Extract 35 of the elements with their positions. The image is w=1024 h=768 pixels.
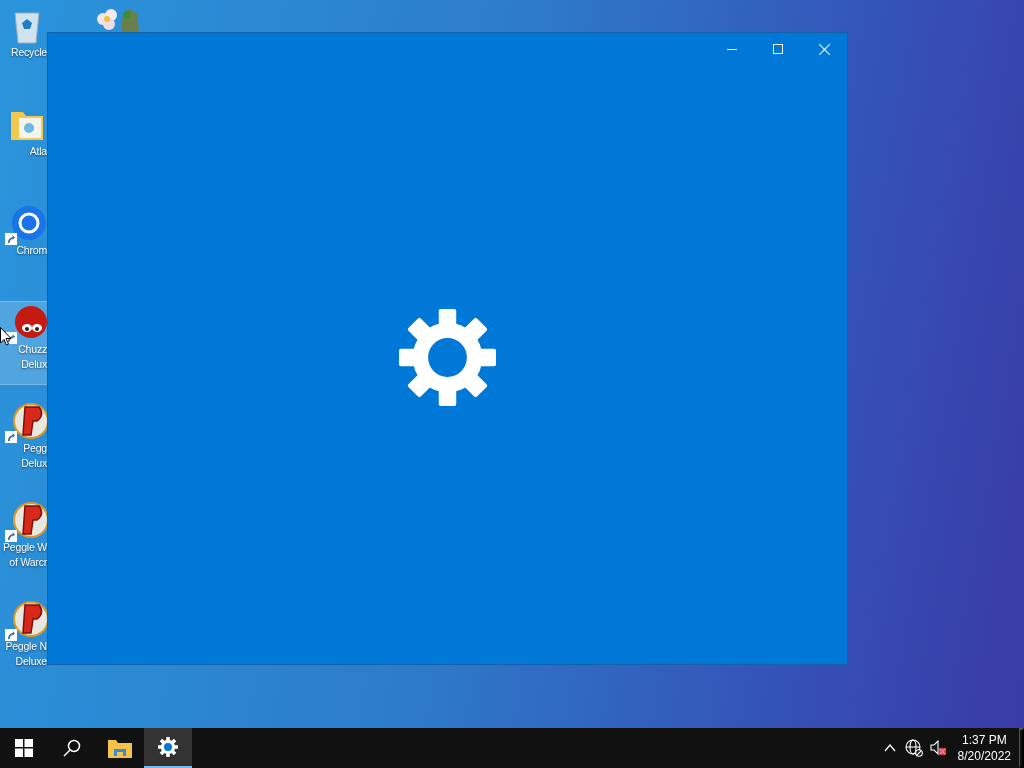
desktop-icon-label: Peggle N [5,639,47,654]
muted-speaker-icon [928,739,947,757]
clock-button[interactable]: 1:37 PM 8/20/2022 [949,732,1019,764]
desktop-icon[interactable]: Peggle W of Warcr [0,500,47,582]
mouse-pointer-icon [0,327,12,346]
gear-icon [158,737,178,757]
clock-date: 8/20/2022 [957,748,1011,764]
minimize-icon [727,48,737,50]
desktop-icon-label: Deluxe [15,654,47,669]
show-desktop-button[interactable] [1019,728,1024,768]
desktop-icon-label: of Warcr [9,555,47,570]
chevron-up-icon [883,744,896,752]
desktop-icon[interactable]: Pegg Delux [0,401,47,483]
windows-logo-icon [15,739,33,757]
desktop-icon-label: Chuzz [18,342,47,357]
desktop-icon-label: Chrom [16,243,47,258]
desktop-icon-label: Recycle [11,45,47,60]
desktop-icon[interactable]: Recycle [0,5,47,87]
desktop-icon-label: Delux [21,357,47,372]
desktop-icon-label: Pegg [23,441,47,456]
clock-time: 1:37 PM [961,732,1007,748]
taskbar-button[interactable] [144,728,192,768]
flower-icon [95,7,141,32]
desktop-icon[interactable]: Chrom [0,203,47,285]
globe-icon [904,739,923,757]
close-icon [818,43,830,55]
desktop-icon[interactable]: Peggle N Deluxe [0,599,47,681]
desktop-icon-label: Atla [29,144,47,159]
folder-icon [108,738,132,758]
maximize-icon [773,44,783,54]
desktop-icon-label: Peggle W [3,540,47,555]
desktop-icon[interactable]: Atla [0,104,47,186]
desktop-icon[interactable]: Chuzz Delux [0,302,47,384]
search-icon [63,739,81,757]
desktop-icon-label: Delux [21,456,47,471]
